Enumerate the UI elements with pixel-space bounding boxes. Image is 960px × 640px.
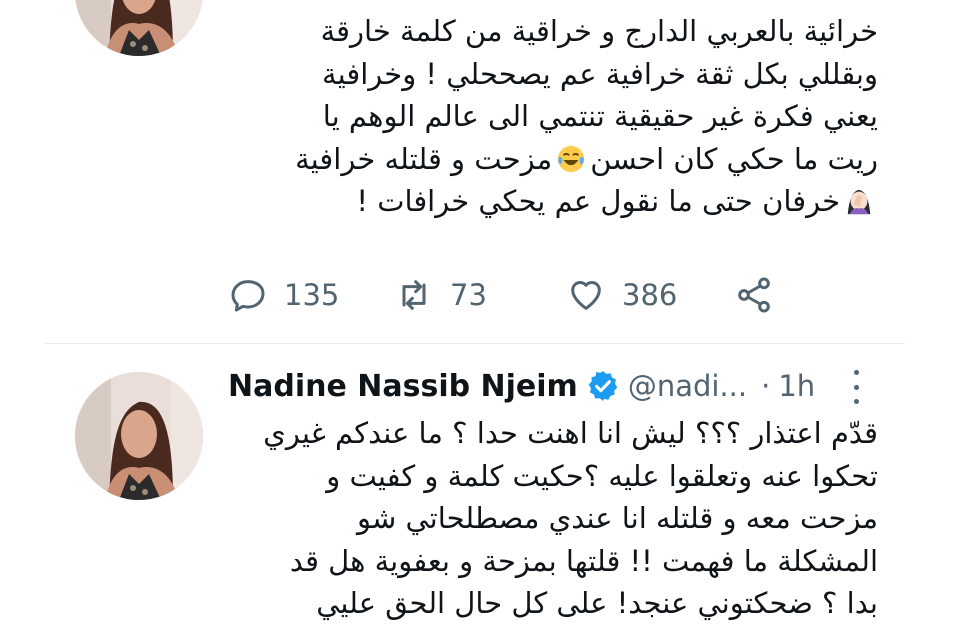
tweet-actions: 135 73 386 xyxy=(228,272,788,318)
reply-count: 135 xyxy=(284,278,340,312)
tweet-line-with-emoji: ريت ما حكي كان احسن مزحت و قلتله خرافية xyxy=(150,138,878,181)
reply-icon xyxy=(231,280,265,312)
tweet-line: خرائية بالعربي الدارج و خراقية من كلمة خ… xyxy=(320,14,878,48)
verified-badge-icon xyxy=(588,371,618,401)
tweet-text: خرائية بالعربي الدارج و خراقية من كلمة خ… xyxy=(150,10,878,223)
tweet-line-with-emoji: خرفان حتى ما نقول عم يحكي خرافات ! xyxy=(150,180,878,223)
like-count: 386 xyxy=(622,278,678,312)
timestamp[interactable]: 1h xyxy=(778,369,815,403)
tweet-text: قدّم اعتذار ؟؟؟ ليش انا اهنت حدا ؟ ما عن… xyxy=(150,412,878,625)
tweet-line: قدّم اعتذار ؟؟؟ ليش انا اهنت حدا ؟ ما عن… xyxy=(263,416,878,450)
author-name[interactable]: Nadine Nassib Njeim xyxy=(228,369,578,404)
tweet-line: وبقللي بكل ثقة خرافية عم يصححلي ! وخرافي… xyxy=(322,56,878,91)
tweet-divider xyxy=(45,343,905,344)
tweet-header: Nadine Nassib Njeim @nadi... · 1h xyxy=(228,364,868,408)
retweet-button[interactable]: 73 xyxy=(394,272,487,318)
tweet-line: المشكلة ما فهمت !! قلتها بمزحة و بعفوية … xyxy=(289,543,878,578)
reply-button[interactable]: 135 xyxy=(228,272,339,318)
tweet-line: تحكوا عنه وتعلقوا عليه ؟حكيت كلمة و كفيت… xyxy=(326,458,878,493)
tweet-line: بدا ؟ ضحكتوني عنجد! على كل حال الحق عليي xyxy=(316,586,878,620)
tweet-line: مزحت معه و قلتله انا عندي مصطلحاتي شو xyxy=(357,501,878,535)
share-button[interactable] xyxy=(734,272,774,318)
tweet-line-part: ريت ما حكي كان احسن xyxy=(590,141,878,176)
retweet-icon xyxy=(402,280,426,310)
tweet-line: يعني فكرة غير حقيقية تنتمي الى عالم الوه… xyxy=(322,99,878,133)
heart-icon xyxy=(571,281,601,310)
tweet-line-part: مزحت و قلتله خرافية xyxy=(295,141,553,176)
laughing-tears-emoji xyxy=(558,145,585,172)
share-icon xyxy=(738,277,770,313)
like-button[interactable]: 386 xyxy=(566,272,677,318)
separator-dot: · xyxy=(761,369,771,403)
more-options-icon[interactable] xyxy=(842,370,870,404)
author-handle[interactable]: @nadi... xyxy=(628,369,747,403)
woman-facepalming-emoji xyxy=(847,189,871,215)
tweet-line-part: خرفان حتى ما نقول عم يحكي خرافات ! xyxy=(356,184,840,218)
retweet-count: 73 xyxy=(450,278,487,312)
